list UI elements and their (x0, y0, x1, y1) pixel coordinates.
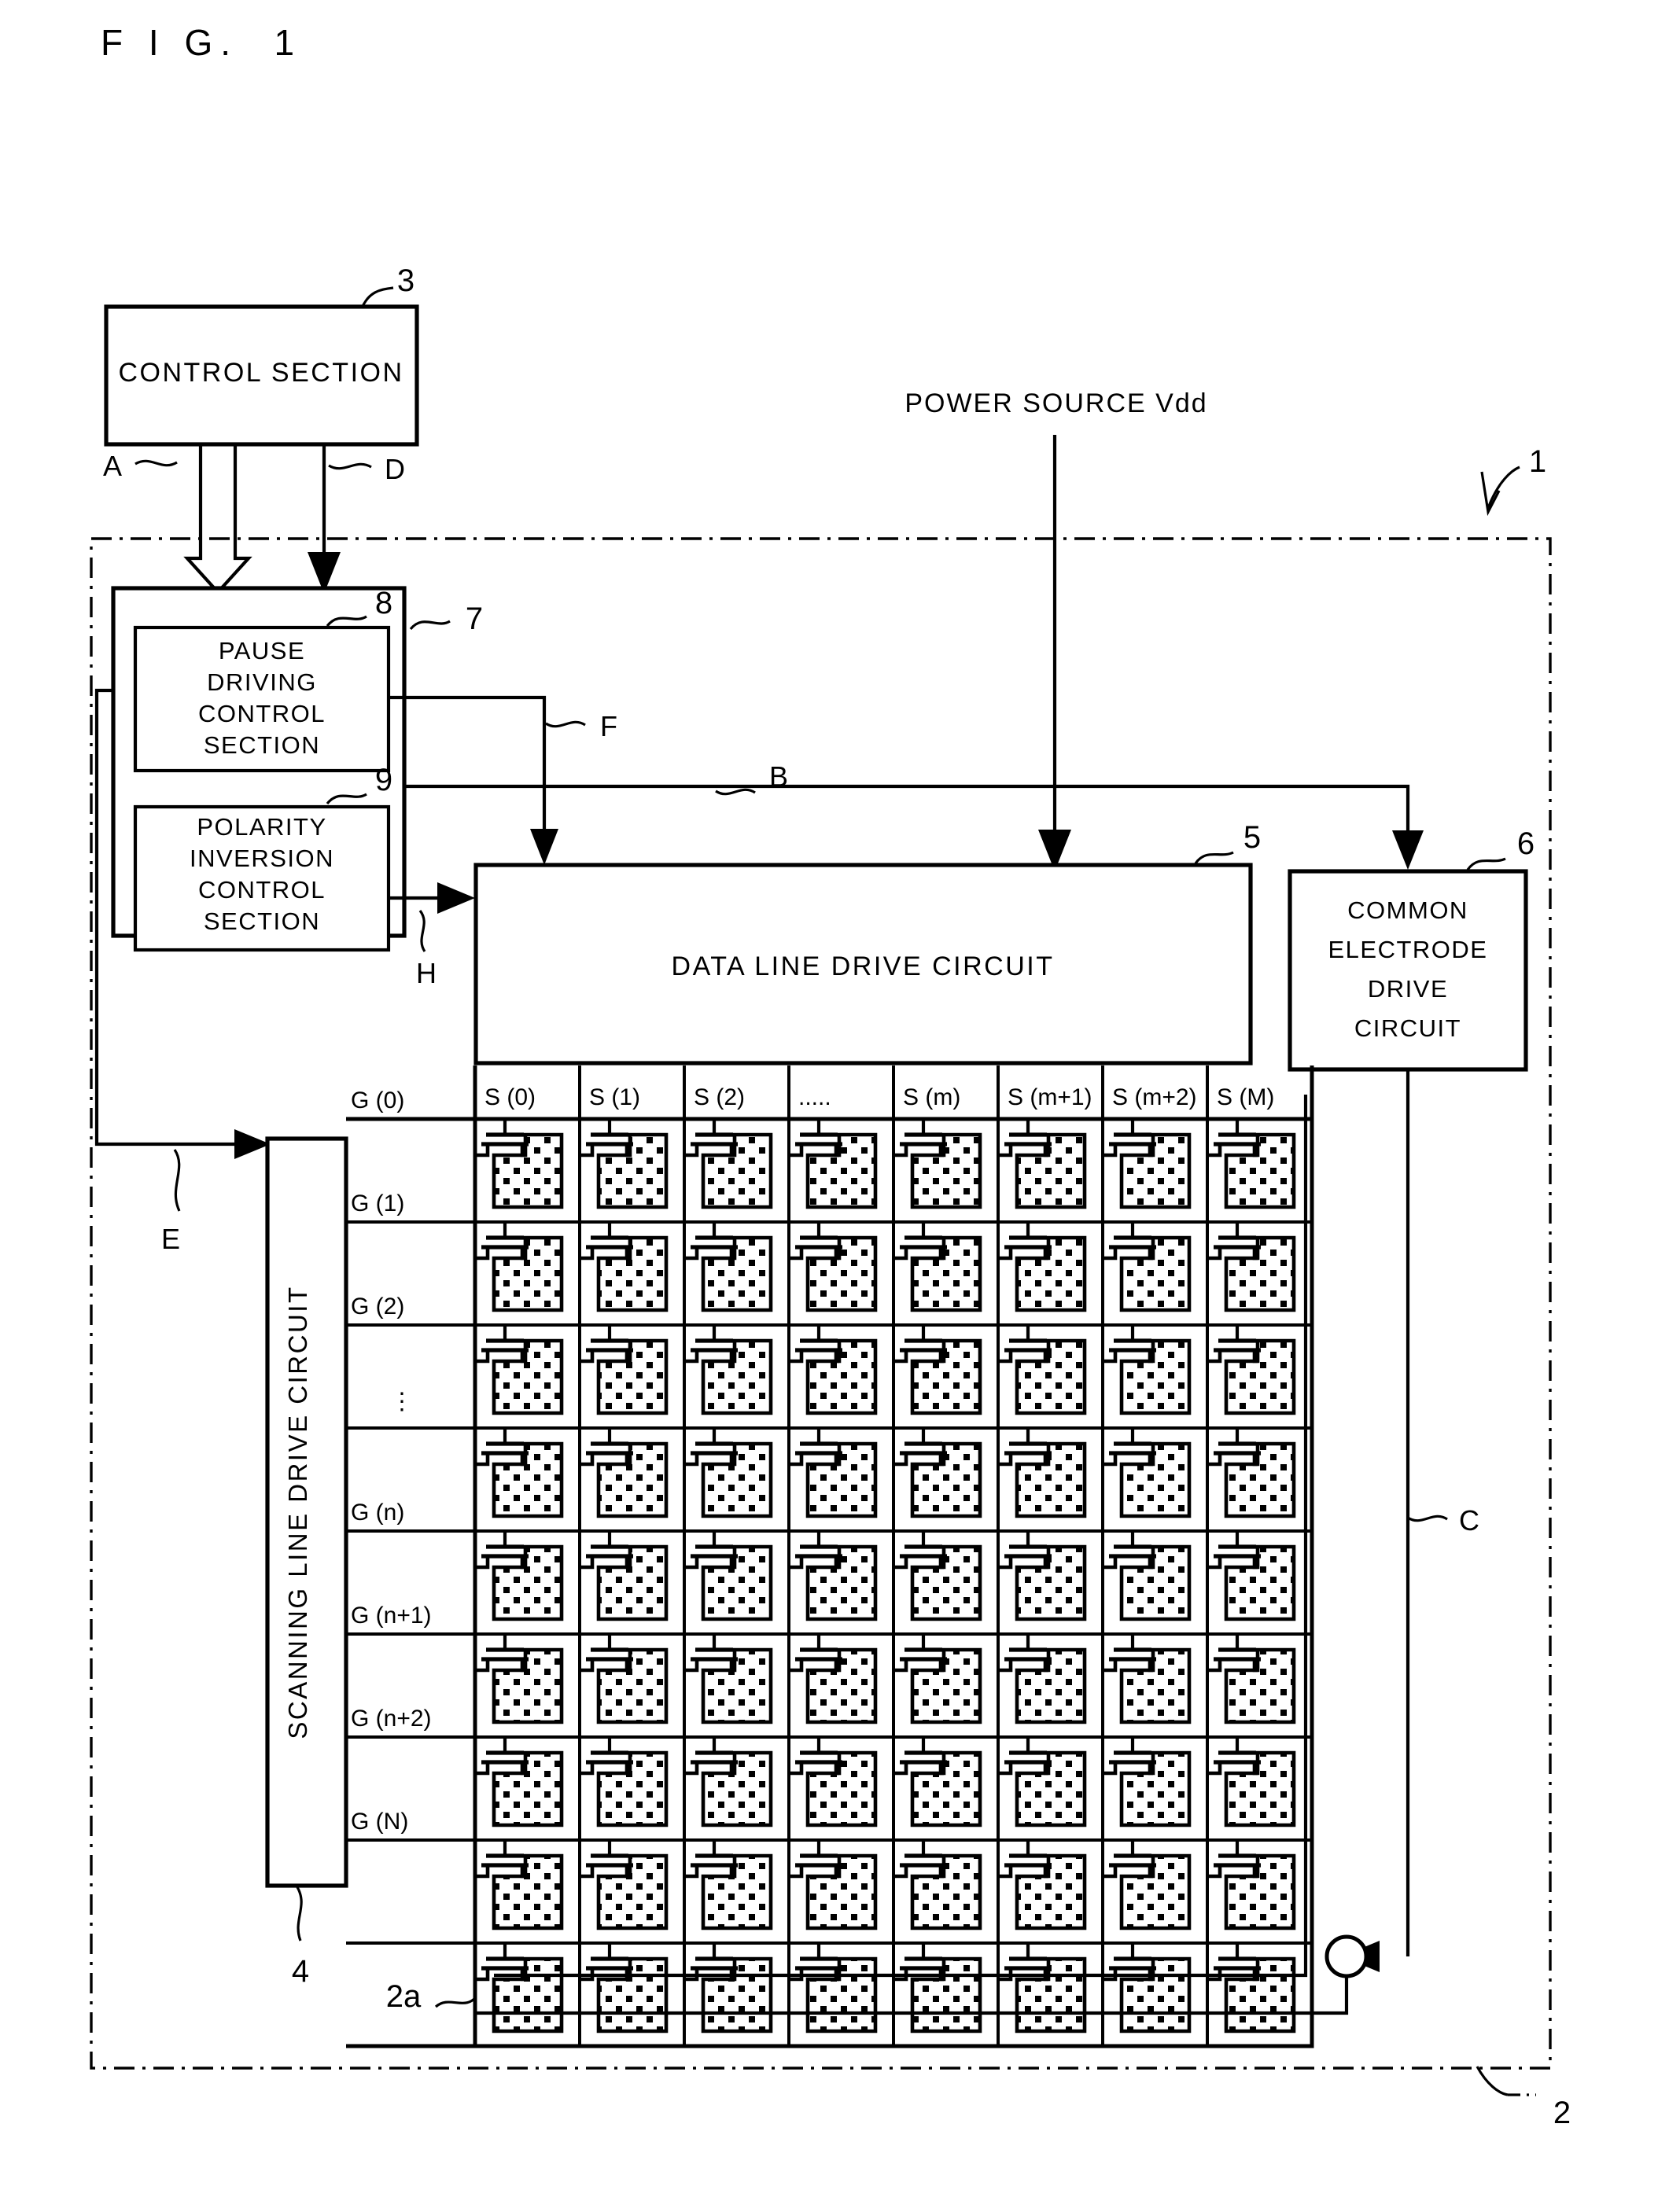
driver-group-leader (409, 620, 451, 631)
scan-line-label-6: G (n+2) (351, 1706, 432, 1732)
polarity-inversion-line-0: POLARITY (197, 813, 326, 841)
signal-b-arrowhead (1392, 830, 1424, 870)
data-line-label-0: S (0) (484, 1084, 536, 1110)
control-section-label: CONTROL SECTION (118, 358, 403, 388)
common-electrode-line-1: ELECTRODE (1328, 936, 1488, 963)
driver-group-ref: 7 (466, 602, 483, 636)
common-electrode-ref: 6 (1517, 826, 1535, 861)
pixel-array-leader (434, 1993, 480, 2008)
signal-e-arrowhead (234, 1129, 271, 1159)
scanning-line-drive-leader (296, 1886, 303, 1941)
signal-f-label: F (600, 710, 617, 742)
signal-a-label: A (103, 450, 122, 482)
signal-e-leader (173, 1149, 181, 1212)
scan-line-label-7: G (N) (351, 1809, 408, 1835)
polarity-inversion-line-3: SECTION (204, 907, 320, 935)
figure-canvas: F I G. 1 CONTROL SECTION 3 POWER SOURCE … (90, 22, 1571, 2130)
common-electrode-line-3: CIRCUIT (1354, 1014, 1461, 1042)
data-line-label-7: S (M) (1217, 1084, 1274, 1110)
panel-inner-ref: 2 (1553, 2096, 1571, 2130)
panel-outer-ref: 1 (1529, 444, 1546, 479)
scanning-line-drive-ref: 4 (292, 1954, 309, 1989)
polarity-inversion-line-2: CONTROL (198, 876, 326, 904)
data-line-drive-leader (1194, 851, 1234, 864)
scanning-line-drive-circuit-label: SCANNING LINE DRIVE CIRCUIT (283, 1285, 312, 1739)
signal-a-arrow (183, 442, 252, 595)
common-electrode-line-2: DRIVE (1368, 975, 1448, 1003)
pixel-matrix (346, 1066, 1314, 2048)
scan-line-label-0: G (0) (351, 1088, 404, 1113)
pause-driving-line-3: SECTION (204, 731, 320, 759)
signal-f-path (389, 695, 547, 851)
signal-c-label: C (1459, 1504, 1479, 1537)
signal-d-label: D (385, 453, 405, 485)
signal-d-leader (328, 462, 372, 470)
power-source-label: POWER SOURCE Vdd (905, 388, 1207, 418)
common-electrode-line-0: COMMON (1347, 896, 1468, 924)
signal-h-leader (418, 910, 426, 952)
scan-line-label-5: G (n+1) (351, 1603, 432, 1629)
signal-f-arrowhead (530, 829, 558, 865)
pixel-array-ref: 2a (386, 1979, 422, 2014)
pause-driving-ref: 8 (375, 586, 392, 620)
signal-h-label: H (416, 957, 437, 989)
data-line-labels: S (0) S (1) S (2)..... S (m) S (m+1) S (m+2) S… (484, 1084, 1274, 1110)
scan-line-labels: G (0) G (1) G (2) ⋮ G (n) G (n+1) G (n+2) G (N) (351, 1088, 432, 1835)
scan-line-label-4: G (n) (351, 1500, 404, 1526)
figure-title: F I G. 1 (101, 22, 302, 63)
scan-line-label-2: G (2) (351, 1294, 404, 1319)
signal-h-arrowhead (437, 882, 475, 914)
common-electrode-leader (1466, 857, 1506, 870)
data-line-label-4: S (m) (903, 1084, 960, 1110)
signal-b-leader (715, 788, 756, 796)
panel-inner-leader (1476, 2066, 1509, 2096)
data-line-label-6: S (m+2) (1112, 1084, 1197, 1110)
signal-f-leader (545, 720, 586, 728)
scan-line-label-3: ⋮ (390, 1389, 414, 1415)
signal-b-label: B (769, 760, 788, 793)
signal-e-label: E (161, 1223, 180, 1255)
data-line-drive-ref: 5 (1243, 820, 1261, 855)
pause-driving-line-0: PAUSE (219, 637, 305, 664)
data-line-label-1: S (1) (589, 1084, 640, 1110)
polarity-inversion-line-1: INVERSION (190, 845, 334, 872)
scan-line-label-1: G (1) (351, 1191, 404, 1216)
control-section-ref: 3 (397, 263, 414, 298)
data-line-label-3: ..... (798, 1084, 831, 1110)
pause-driving-line-1: DRIVING (207, 668, 317, 696)
pause-driving-line-2: CONTROL (198, 700, 326, 727)
signal-a-leader (134, 459, 178, 467)
common-electrode-node (1325, 1934, 1369, 1978)
signal-c-leader (1407, 1515, 1448, 1522)
data-line-drive-circuit-label: DATA LINE DRIVE CIRCUIT (672, 951, 1055, 981)
polarity-inversion-ref: 9 (375, 763, 392, 797)
patent-figure-page: F I G. 1 CONTROL SECTION 3 POWER SOURCE … (0, 0, 1669, 2212)
data-line-label-5: S (m+1) (1008, 1084, 1092, 1110)
data-line-label-2: S (2) (694, 1084, 745, 1110)
